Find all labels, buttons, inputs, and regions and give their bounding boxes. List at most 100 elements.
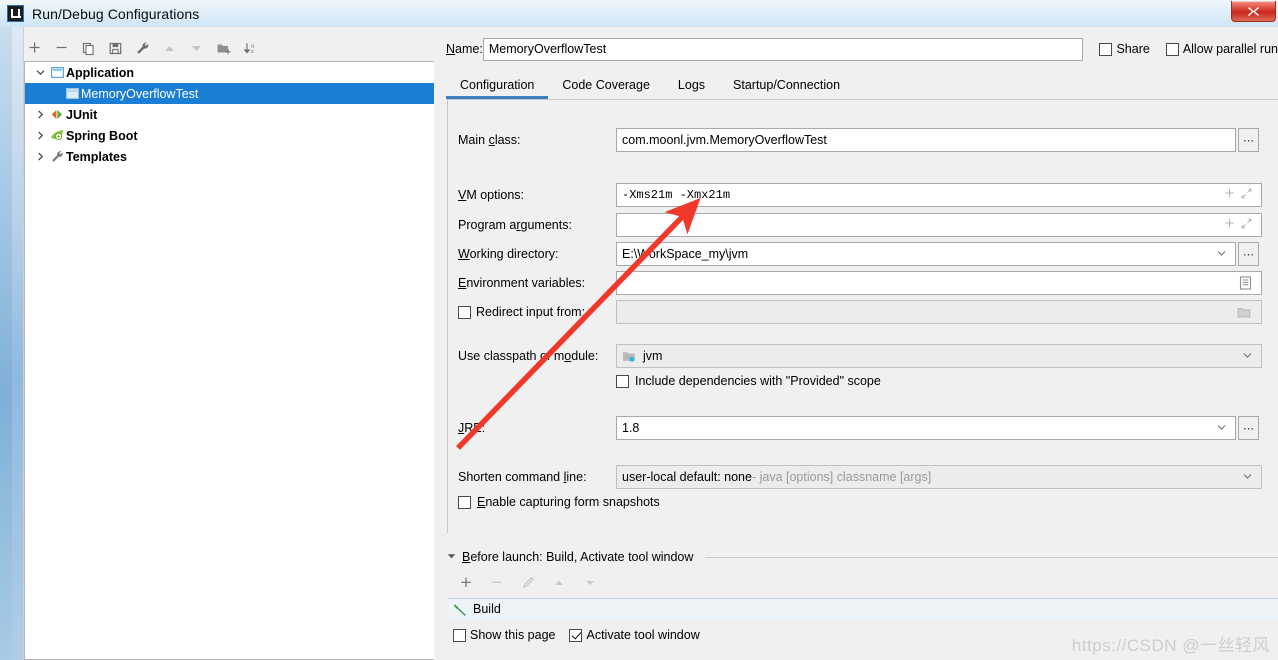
- wrench-icon[interactable]: [130, 37, 155, 59]
- shorten-command-line-combo[interactable]: user-local default: none - java [options…: [616, 465, 1262, 489]
- before-launch-task-list[interactable]: Build: [447, 598, 1278, 619]
- remove-configuration-button[interactable]: [49, 37, 74, 59]
- show-this-page-row[interactable]: Show this page: [453, 628, 555, 642]
- tab-startup-connection[interactable]: Startup/Connection: [719, 74, 854, 99]
- allow-parallel-run-checkbox[interactable]: [1165, 42, 1179, 56]
- chevron-down-icon[interactable]: [447, 552, 456, 562]
- new-folder-button[interactable]: [211, 37, 236, 59]
- allow-parallel-run-label: Allow parallel run: [1182, 42, 1278, 56]
- working-directory-row: Working directory: E:\WorkSpace_my\jvm ⋯: [458, 242, 1268, 266]
- environment-variables-browse-button[interactable]: [1239, 276, 1256, 290]
- before-launch-header[interactable]: Before launch: Build, Activate tool wind…: [447, 548, 1278, 566]
- include-provided-row[interactable]: Include dependencies with "Provided" sco…: [616, 374, 881, 388]
- tab-code-coverage[interactable]: Code Coverage: [548, 74, 664, 99]
- include-provided-checkbox[interactable]: [616, 374, 629, 388]
- bl-add-button[interactable]: [453, 572, 478, 594]
- add-configuration-button[interactable]: [22, 37, 47, 59]
- redirect-input-row: Redirect input from:: [458, 300, 1268, 324]
- before-launch-toolbar: [447, 572, 1278, 594]
- close-icon[interactable]: [1231, 1, 1276, 22]
- junit-icon: [48, 108, 66, 121]
- pencil-icon[interactable]: [515, 572, 540, 594]
- program-arguments-expand-icon[interactable]: [1241, 217, 1252, 233]
- vm-options-add-icon[interactable]: [1224, 188, 1235, 203]
- tab-configuration[interactable]: Configuration: [446, 74, 549, 99]
- tab-logs[interactable]: Logs: [664, 74, 719, 99]
- activate-tool-window-checkbox[interactable]: [569, 628, 583, 642]
- chevron-right-icon[interactable]: [33, 131, 48, 140]
- working-directory-input[interactable]: E:\WorkSpace_my\jvm: [616, 242, 1236, 266]
- jre-combo[interactable]: 1.8: [616, 416, 1236, 440]
- sort-configurations-button[interactable]: a z: [238, 37, 263, 59]
- configuration-form: Main class: com.moonl.jvm.MemoryOverflow…: [447, 99, 1278, 533]
- move-up-button[interactable]: [157, 37, 182, 59]
- program-arguments-input[interactable]: [616, 213, 1262, 237]
- jre-browse-button[interactable]: ⋯: [1238, 416, 1259, 440]
- tree-item-spring-boot[interactable]: Spring Boot: [25, 125, 434, 146]
- name-label: Name:: [446, 42, 483, 56]
- bl-move-down-button[interactable]: [577, 572, 602, 594]
- share-checkbox[interactable]: [1099, 42, 1113, 56]
- before-launch-section: Before launch: Build, Activate tool wind…: [447, 548, 1278, 660]
- vm-options-expand-icon[interactable]: [1241, 187, 1252, 203]
- program-arguments-field-buttons: [1224, 217, 1256, 233]
- allow-parallel-run-checkbox-row[interactable]: Allow parallel run: [1165, 42, 1278, 56]
- use-classpath-chevron-down-icon[interactable]: [1243, 351, 1256, 361]
- enable-capturing-row[interactable]: Enable capturing form snapshots: [458, 495, 660, 509]
- program-arguments-label: Program arguments:: [458, 218, 572, 232]
- chevron-down-icon[interactable]: [33, 68, 48, 77]
- main-class-label: Main class:: [458, 133, 521, 147]
- chevron-right-icon[interactable]: [33, 110, 48, 119]
- tree-item-memoryoverflowtest[interactable]: MemoryOverflowTest: [25, 83, 434, 104]
- bl-move-up-button[interactable]: [546, 572, 571, 594]
- tree-item-label: Spring Boot: [66, 128, 138, 143]
- run-debug-configurations-dialog: Run/Debug Configurations a z Application…: [0, 0, 1278, 660]
- use-classpath-row: Use classpath of module: jvm: [458, 344, 1268, 368]
- name-input[interactable]: [482, 37, 1084, 61]
- intellij-idea-icon: [7, 5, 24, 22]
- vm-options-input[interactable]: -Xms21m -Xmx21m: [616, 183, 1262, 207]
- enable-capturing-label: Enable capturing form snapshots: [477, 495, 660, 509]
- program-arguments-add-icon[interactable]: [1224, 218, 1235, 233]
- tree-item-junit[interactable]: JUnit: [25, 104, 434, 125]
- redirect-input-field[interactable]: [616, 300, 1262, 324]
- name-row: Name: Share Allow parallel run: [434, 37, 1278, 61]
- shorten-command-line-value: user-local default: none: [622, 470, 752, 484]
- shorten-command-line-label: Shorten command line:: [458, 470, 587, 484]
- use-classpath-combo[interactable]: jvm: [616, 344, 1262, 368]
- vm-options-value: -Xms21m -Xmx21m: [622, 188, 731, 202]
- working-directory-chevron-down-icon[interactable]: [1217, 249, 1230, 259]
- tree-item-application[interactable]: Application: [25, 62, 434, 83]
- show-this-page-checkbox[interactable]: [453, 628, 466, 642]
- working-directory-label: Working directory:: [458, 247, 559, 261]
- working-directory-value: E:\WorkSpace_my\jvm: [622, 247, 749, 261]
- save-configuration-button[interactable]: [103, 37, 128, 59]
- enable-capturing-checkbox[interactable]: [458, 495, 471, 509]
- tree-item-label: Templates: [66, 149, 127, 164]
- shorten-command-line-chevron-down-icon[interactable]: [1243, 472, 1256, 482]
- main-class-input[interactable]: com.moonl.jvm.MemoryOverflowTest: [616, 128, 1236, 152]
- redirect-input-checkbox[interactable]: [458, 305, 471, 319]
- copy-configuration-button[interactable]: [76, 37, 101, 59]
- share-checkbox-row[interactable]: Share: [1099, 42, 1150, 56]
- vm-options-field-buttons: [1224, 187, 1256, 203]
- environment-variables-input[interactable]: [616, 271, 1262, 295]
- main-class-browse-button[interactable]: ⋯: [1238, 128, 1259, 152]
- jre-chevron-down-icon[interactable]: [1217, 423, 1230, 433]
- window-title: Run/Debug Configurations: [32, 5, 200, 22]
- configurations-tree[interactable]: Application MemoryOverflowTest JUnit Spr…: [24, 61, 434, 660]
- tree-item-templates[interactable]: Templates: [25, 146, 434, 167]
- working-directory-browse-button[interactable]: ⋯: [1238, 242, 1259, 266]
- vm-options-label: VM options:: [458, 188, 525, 202]
- before-launch-options: Show this page Activate tool window: [447, 628, 1278, 642]
- move-down-button[interactable]: [184, 37, 209, 59]
- build-hammer-icon: [453, 602, 467, 616]
- activate-tool-window-row[interactable]: Activate tool window: [569, 628, 700, 642]
- application-icon: [48, 66, 66, 79]
- chevron-right-icon[interactable]: [33, 152, 48, 161]
- svg-text:z: z: [251, 49, 254, 55]
- redirect-input-browse-button[interactable]: [1237, 306, 1256, 319]
- environment-variables-row: Environment variables:: [458, 271, 1268, 295]
- bl-remove-button[interactable]: [484, 572, 509, 594]
- configurations-toolbar: a z: [12, 35, 434, 61]
